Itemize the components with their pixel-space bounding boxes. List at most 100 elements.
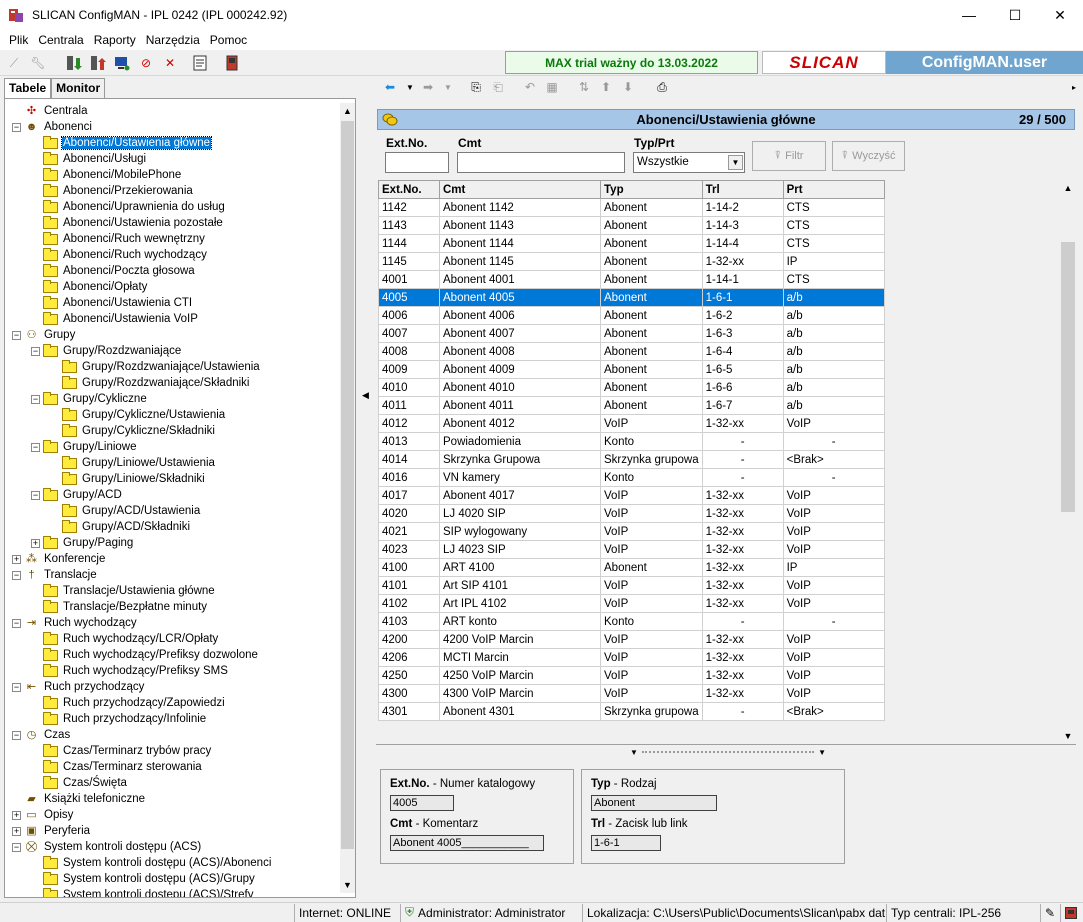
tab-monitor[interactable]: Monitor — [51, 78, 106, 98]
tree-item[interactable]: Abonenci/Ustawienia główne — [31, 135, 213, 151]
table-row[interactable]: 1143 Abonent 1143 Abonent 1-14-3 CTS — [378, 216, 885, 235]
table-row[interactable]: 4016 VN kamery Konto - - — [378, 468, 885, 487]
column-header[interactable]: Cmt — [439, 180, 601, 199]
tree-item[interactable]: System kontroli dostępu (ACS)/Abonenci — [31, 855, 272, 871]
expand-icon[interactable]: + — [31, 538, 40, 548]
tree-item[interactable]: + ⁂ Konferencje — [12, 551, 106, 567]
collapse-icon[interactable]: − — [12, 618, 21, 628]
tree-item[interactable]: Grupy/Rozdzwaniające/Składniki — [50, 375, 250, 391]
tree-item[interactable]: Abonenci/Ustawienia CTI — [31, 295, 193, 311]
collapse-icon[interactable]: − — [12, 682, 21, 692]
table-row[interactable]: 1145 Abonent 1145 Abonent 1-32-xx IP — [378, 252, 885, 271]
tree-item[interactable]: Translacje/Bezpłatne minuty — [31, 599, 208, 615]
tree-scroll-thumb[interactable] — [341, 121, 354, 849]
tree-item[interactable]: Abonenci/Poczta głosowa — [31, 263, 196, 279]
minimize-button[interactable]: — — [946, 0, 992, 30]
table-row[interactable]: 4017 Abonent 4017 VoIP 1-32-xx VoIP — [378, 486, 885, 505]
table-row[interactable]: 4300 4300 VoIP Marcin VoIP 1-32-xx VoIP — [378, 684, 885, 703]
tree-item[interactable]: + ▭ Opisy — [12, 807, 74, 823]
tree-item[interactable]: − ⇥ Ruch wychodzący — [12, 615, 138, 631]
collapse-icon[interactable]: − — [12, 730, 21, 740]
table-row[interactable]: 4206 MCTI Marcin VoIP 1-32-xx VoIP — [378, 648, 885, 667]
tree-item[interactable]: Grupy/ACD/Składniki — [50, 519, 191, 535]
tree-item[interactable]: Abonenci/Ruch wychodzący — [31, 247, 208, 263]
tree-item[interactable]: Abonenci/Usługi — [31, 151, 147, 167]
tree-item[interactable]: Abonenci/Przekierowania — [31, 183, 194, 199]
tree-item[interactable]: Abonenci/Ustawienia pozostałe — [31, 215, 224, 231]
toolbar-overflow-icon[interactable]: ▸ — [1064, 77, 1083, 97]
table-row[interactable]: 4200 4200 VoIP Marcin VoIP 1-32-xx VoIP — [378, 630, 885, 649]
table-row[interactable]: 4101 Art SIP 4101 VoIP 1-32-xx VoIP — [378, 576, 885, 595]
table-row[interactable]: 1144 Abonent 1144 Abonent 1-14-4 CTS — [378, 234, 885, 253]
tree-item[interactable]: Abonenci/MobilePhone — [31, 167, 182, 183]
tree-item[interactable]: ▰ Książki telefoniczne — [12, 791, 146, 807]
scroll-up-icon[interactable]: ▲ — [340, 103, 355, 119]
menu-plik[interactable]: Plik — [4, 33, 33, 47]
menu-pomoc[interactable]: Pomoc — [205, 33, 252, 47]
table-row[interactable]: 4007 Abonent 4007 Abonent 1-6-3 a/b — [378, 324, 885, 343]
expand-icon[interactable]: + — [12, 810, 21, 820]
grid-scroll-up-icon[interactable]: ▲ — [1060, 180, 1076, 196]
filter-button[interactable]: ⍒ Filtr — [752, 141, 826, 171]
report-icon[interactable] — [190, 53, 210, 73]
table-row[interactable]: 4250 4250 VoIP Marcin VoIP 1-32-xx VoIP — [378, 666, 885, 685]
tree-item[interactable]: System kontroli dostępu (ACS)/Grupy — [31, 871, 256, 887]
collapse-icon[interactable]: − — [31, 394, 40, 404]
tree-item[interactable]: Abonenci/Opłaty — [31, 279, 148, 295]
table-row[interactable]: 4010 Abonent 4010 Abonent 1-6-6 a/b — [378, 378, 885, 397]
write-config-icon[interactable] — [88, 53, 108, 73]
forward-dropdown-icon[interactable]: ▼ — [438, 77, 458, 97]
expand-icon[interactable]: + — [12, 826, 21, 836]
table-row[interactable]: 4005 Abonent 4005 Abonent 1-6-1 a/b — [378, 288, 885, 307]
move-down-icon[interactable]: ⬇ — [618, 77, 638, 97]
column-header[interactable]: Typ — [600, 180, 703, 199]
print-icon[interactable]: ⎙ — [652, 77, 672, 97]
tree-item[interactable]: − Grupy/ACD — [31, 487, 123, 503]
grid-icon[interactable]: ▦ — [542, 77, 562, 97]
exit-icon[interactable] — [222, 53, 242, 73]
tree-item[interactable]: − ⛒ System kontroli dostępu (ACS) — [12, 839, 202, 855]
tree-item[interactable]: − ◷ Czas — [12, 727, 71, 743]
tree-item[interactable]: Translacje/Ustawienia główne — [31, 583, 216, 599]
tree-item[interactable]: Ruch przychodzący/Infolinie — [31, 711, 207, 727]
grid-scroll-down-icon[interactable]: ▼ — [1060, 728, 1076, 744]
table-row[interactable]: 4001 Abonent 4001 Abonent 1-14-1 CTS — [378, 270, 885, 289]
tree-item[interactable]: Grupy/Cykliczne/Składniki — [50, 423, 216, 439]
collapse-icon[interactable]: − — [31, 346, 40, 356]
table-row[interactable]: 4012 Abonent 4012 VoIP 1-32-xx VoIP — [378, 414, 885, 433]
table-row[interactable]: 4102 Art IPL 4102 VoIP 1-32-xx VoIP — [378, 594, 885, 613]
disconnect-icon[interactable]: 🔧︎ — [28, 53, 48, 73]
column-header[interactable]: Prt — [782, 180, 885, 199]
maximize-button[interactable]: ☐ — [992, 0, 1038, 30]
menu-centrala[interactable]: Centrala — [33, 33, 88, 47]
tree-item[interactable]: Czas/Święta — [31, 775, 128, 791]
menu-raporty[interactable]: Raporty — [89, 33, 141, 47]
collapse-icon[interactable]: − — [31, 490, 40, 500]
tree-item[interactable]: ✣ Centrala — [12, 103, 88, 119]
tree-item[interactable]: Abonenci/Uprawnienia do usług — [31, 199, 226, 215]
tree-item[interactable]: Czas/Terminarz sterowania — [31, 759, 203, 775]
filter-typ-select[interactable]: Wszystkie ▼ — [633, 152, 745, 173]
tree-item[interactable]: + ▣ Peryferia — [12, 823, 91, 839]
filter-cmt-input[interactable] — [457, 152, 625, 173]
collapse-icon[interactable]: − — [31, 442, 40, 452]
tree-item[interactable]: Abonenci/Ruch wewnętrzny — [31, 231, 206, 247]
read-config-icon[interactable] — [64, 53, 84, 73]
copy-icon[interactable]: ⎘ — [466, 77, 486, 97]
tree-item[interactable]: Abonenci/Ustawienia VoIP — [31, 311, 199, 327]
cancel-icon[interactable]: ✕ — [160, 53, 180, 73]
tree-item[interactable]: − ⇤ Ruch przychodzący — [12, 679, 145, 695]
grid-scroll-thumb[interactable] — [1061, 242, 1075, 512]
move-up-icon[interactable]: ⬆ — [596, 77, 616, 97]
tree-item[interactable]: − ⚇ Grupy — [12, 327, 76, 343]
collapse-icon[interactable]: − — [12, 122, 21, 132]
table-row[interactable]: 4009 Abonent 4009 Abonent 1-6-5 a/b — [378, 360, 885, 379]
close-button[interactable]: ✕ — [1037, 0, 1083, 30]
tree-item[interactable]: Ruch wychodzący/Prefiksy SMS — [31, 663, 229, 679]
table-row[interactable]: 4013 Powiadomienia Konto - - — [378, 432, 885, 451]
tree-item[interactable]: Grupy/Rozdzwaniające/Ustawienia — [50, 359, 261, 375]
table-row[interactable]: 4006 Abonent 4006 Abonent 1-6-2 a/b — [378, 306, 885, 325]
table-row[interactable]: 4021 SIP wylogowany VoIP 1-32-xx VoIP — [378, 522, 885, 541]
sort-icon[interactable]: ⇅ — [574, 77, 594, 97]
tree-item[interactable]: − Grupy/Rozdzwaniające — [31, 343, 182, 359]
